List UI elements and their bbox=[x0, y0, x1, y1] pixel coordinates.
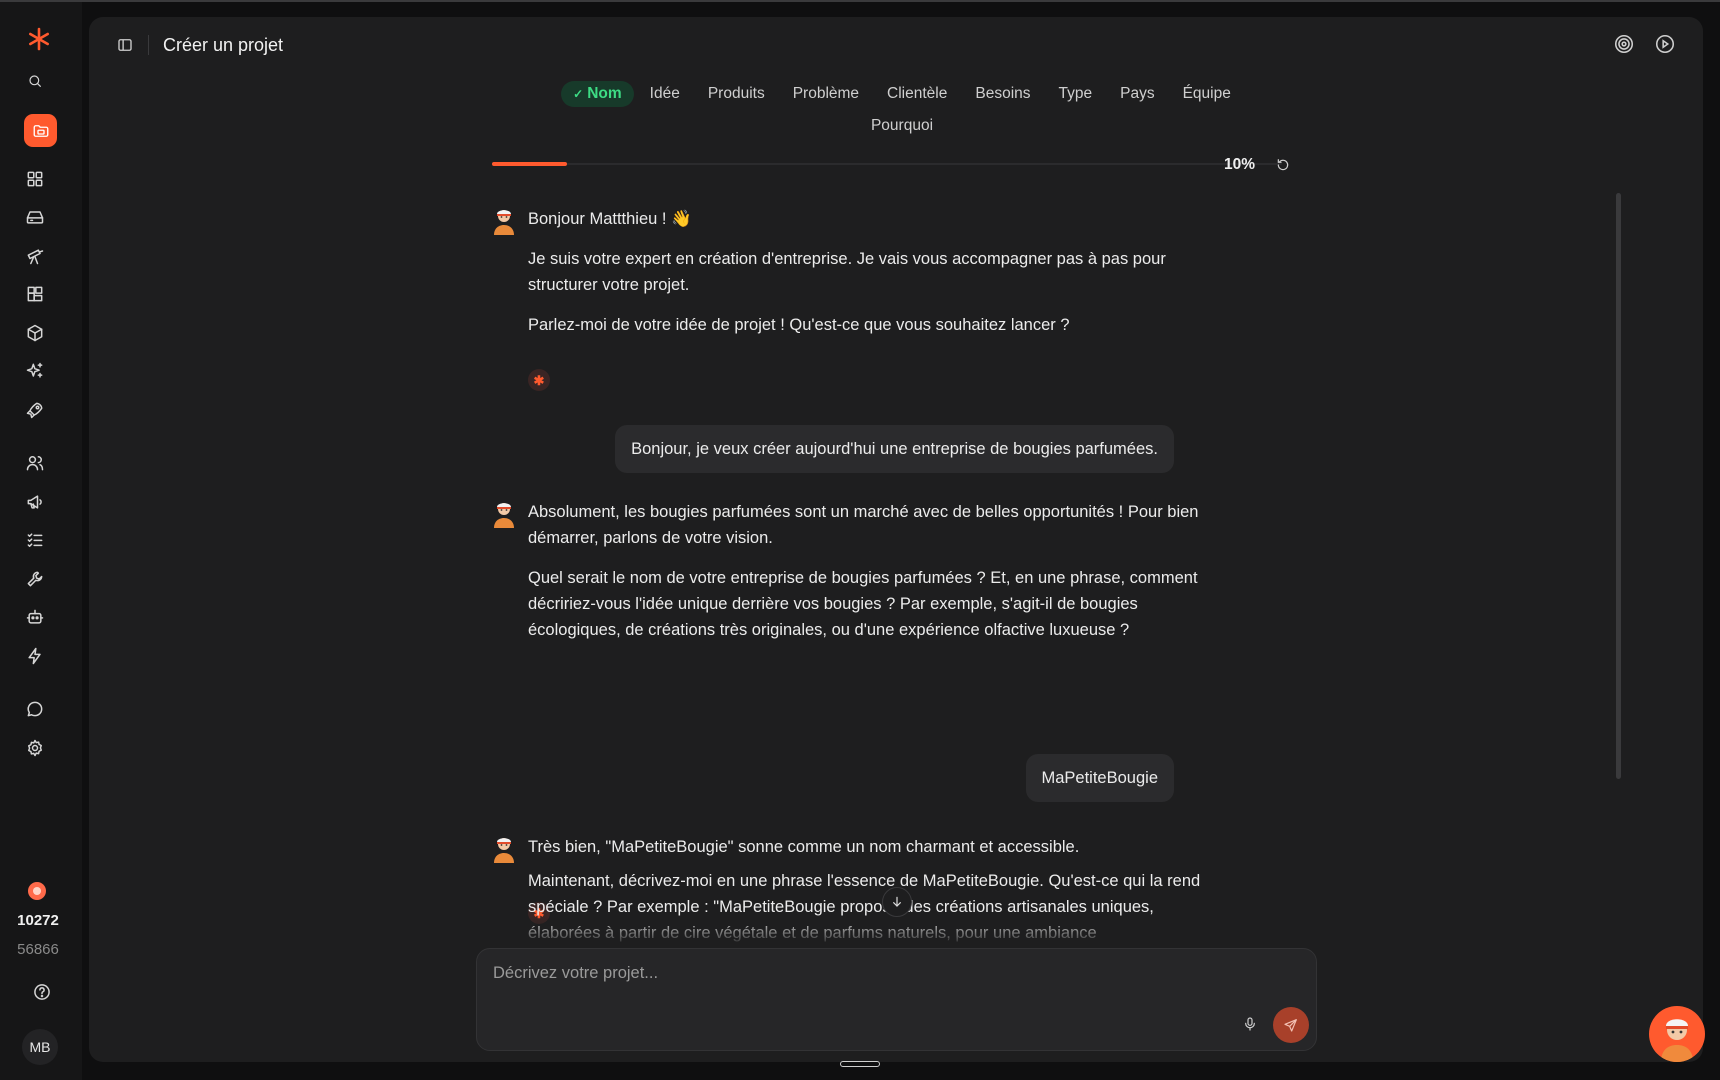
users-icon[interactable] bbox=[20, 448, 50, 478]
check-icon: ✓ bbox=[573, 87, 584, 101]
message-paragraph: Bonjour Mattthieu ! 👋 bbox=[528, 210, 692, 228]
assistant-mark-icon: ✱ bbox=[528, 369, 550, 391]
tab-pourquoi[interactable]: Pourquoi bbox=[859, 113, 945, 139]
assistant-avatar-icon bbox=[1661, 1019, 1693, 1062]
lightning-icon[interactable] bbox=[20, 641, 50, 671]
credits-balance: 10272 bbox=[17, 912, 59, 929]
search-icon[interactable] bbox=[20, 66, 50, 96]
step-tabs: ✓ Nom Idée Produits Problème Clientèle Be… bbox=[532, 81, 1272, 139]
chat-fade-overlay bbox=[491, 916, 1291, 946]
package-icon[interactable] bbox=[20, 318, 50, 348]
megaphone-icon[interactable] bbox=[20, 487, 50, 517]
dashboard-icon[interactable] bbox=[20, 164, 50, 194]
assistant-fab-button[interactable] bbox=[1649, 1006, 1705, 1062]
tab-idee[interactable]: Idée bbox=[638, 81, 692, 107]
checklist-icon[interactable] bbox=[20, 525, 50, 555]
message-paragraph: Très bien, "MaPetiteBougie" sonne comme … bbox=[528, 838, 1080, 856]
window-top-border bbox=[0, 0, 1720, 2]
settings-icon[interactable] bbox=[20, 733, 50, 763]
home-indicator bbox=[840, 1061, 880, 1067]
chat-thread: Bonjour Mattthieu ! 👋 Je suis votre expe… bbox=[491, 206, 1301, 946]
chat-scrollbar[interactable] bbox=[1616, 193, 1621, 779]
user-avatar[interactable]: MB bbox=[22, 1029, 58, 1065]
composer bbox=[476, 948, 1317, 1051]
send-icon bbox=[1284, 1019, 1297, 1032]
sidebar: 10272 56866 MB bbox=[0, 2, 82, 1080]
progress-percentage: 10% bbox=[1224, 156, 1256, 173]
sidebar-toggle-icon[interactable] bbox=[111, 31, 139, 59]
tab-clientele[interactable]: Clientèle bbox=[875, 81, 959, 107]
message-paragraph: Parlez-moi de votre idée de projet ! Qu'… bbox=[528, 316, 1070, 334]
scroll-down-button[interactable] bbox=[882, 887, 912, 917]
message-paragraph: Absolument, les bougies parfumées sont u… bbox=[528, 503, 1199, 547]
wrench-icon[interactable] bbox=[20, 564, 50, 594]
credits-coin-icon bbox=[28, 882, 46, 900]
tab-nom[interactable]: ✓ Nom bbox=[561, 81, 634, 107]
header-divider bbox=[148, 35, 149, 55]
play-icon[interactable] bbox=[1650, 29, 1680, 59]
logo-icon[interactable] bbox=[26, 26, 52, 52]
target-icon[interactable] bbox=[1609, 29, 1639, 59]
microphone-icon[interactable] bbox=[1238, 1012, 1262, 1036]
project-description-input[interactable] bbox=[493, 961, 1273, 985]
progress-fill bbox=[492, 162, 568, 166]
widgets-icon[interactable] bbox=[20, 279, 50, 309]
telescope-icon[interactable] bbox=[20, 241, 50, 271]
tab-label: Nom bbox=[587, 85, 622, 102]
projects-icon[interactable] bbox=[24, 114, 57, 147]
user-message: Bonjour, je veux créer aujourd'hui une e… bbox=[615, 425, 1174, 473]
sparkles-icon[interactable] bbox=[20, 356, 50, 386]
bot-icon[interactable] bbox=[20, 602, 50, 632]
message-paragraph: Quel serait le nom de votre entreprise d… bbox=[528, 569, 1198, 639]
tab-besoins[interactable]: Besoins bbox=[963, 81, 1042, 107]
rocket-icon[interactable] bbox=[20, 395, 50, 425]
message-paragraph: Je suis votre expert en création d'entre… bbox=[528, 250, 1166, 294]
arrow-down-icon bbox=[893, 896, 901, 907]
user-message: MaPetiteBougie bbox=[1025, 754, 1174, 802]
send-button[interactable] bbox=[1273, 1007, 1309, 1043]
chat-icon[interactable] bbox=[20, 694, 50, 724]
page-title: Créer un projet bbox=[163, 35, 284, 55]
tab-equipe[interactable]: Équipe bbox=[1171, 81, 1243, 107]
help-icon[interactable] bbox=[27, 977, 57, 1007]
inbox-icon[interactable] bbox=[20, 202, 50, 232]
tab-probleme[interactable]: Problème bbox=[781, 81, 871, 107]
tab-type[interactable]: Type bbox=[1047, 81, 1105, 107]
progress-bar bbox=[492, 162, 1282, 166]
assistant-avatar-icon bbox=[494, 838, 514, 863]
credits-total: 56866 bbox=[17, 941, 59, 958]
tab-produits[interactable]: Produits bbox=[696, 81, 777, 107]
assistant-avatar-icon bbox=[494, 210, 514, 235]
tab-pays[interactable]: Pays bbox=[1108, 81, 1166, 107]
assistant-avatar-icon bbox=[494, 503, 514, 528]
reset-icon[interactable] bbox=[1273, 155, 1293, 175]
